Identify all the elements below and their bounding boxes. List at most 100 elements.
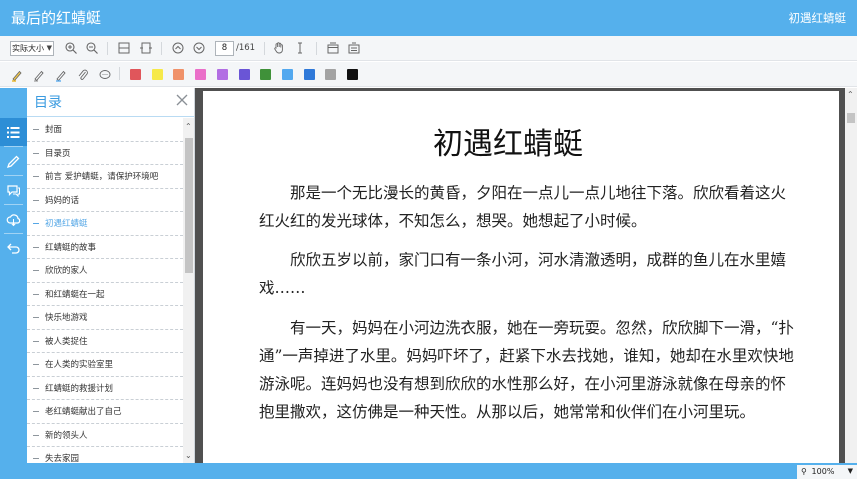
toc-header: 目录 — [27, 88, 194, 117]
chevron-down-icon: ▼ — [46, 44, 52, 52]
toc-item-bullet — [33, 317, 39, 318]
toc-item[interactable]: 前言 爱护蜻蜓，请保护环境吧 — [27, 165, 183, 189]
chevron-down-icon: ▼ — [847, 467, 853, 475]
page-scroll-thumb[interactable] — [847, 113, 855, 123]
toc-item-bullet — [33, 458, 39, 459]
page-scrollbar[interactable]: ⌃ — [845, 88, 857, 463]
toc-item[interactable]: 红蜻蜓的故事 — [27, 236, 183, 259]
toc-list: 封面目录页 前言 爱护蜻蜓，请保护环境吧妈妈的话初遇红蜻蜓 红蜻蜓的故事欣欣的家人和… — [27, 118, 183, 463]
book-page: 初遇红蜻蜓 那是一个无比漫长的黄昏，夕阳在一点儿一点儿地往下落。欣欣看着这火红火… — [203, 91, 839, 463]
toc-item[interactable]: 老红蜻蜓献出了自己 — [27, 400, 183, 424]
toolbar-divider — [107, 42, 108, 55]
rail-toc-button[interactable] — [0, 118, 27, 146]
fit-width-icon[interactable] — [139, 41, 153, 55]
toolbar-divider — [119, 67, 120, 80]
toc-item[interactable]: 欣欣的家人 — [27, 259, 183, 283]
comment-icon[interactable] — [98, 68, 112, 82]
rail-comments-button[interactable] — [0, 176, 27, 204]
color-swatch[interactable] — [260, 69, 272, 80]
toc-title: 目录 — [34, 95, 62, 111]
toc-item-bullet — [33, 340, 39, 342]
toc-item-bullet — [33, 152, 39, 154]
toc-panel: 目录 封面目录页 前言 爱护蜻蜓，请保护环境吧妈妈的话初遇红蜻蜓 红蜻蜓的故事欣欣的… — [27, 88, 195, 463]
color-swatch[interactable] — [325, 69, 337, 80]
app-header: 最后的红蜻蜓 初遇红蜻蜓 — [0, 0, 857, 36]
toc-item-bullet — [33, 387, 39, 389]
document-title: 最后的红蜻蜓 — [11, 9, 102, 27]
text-select-icon[interactable] — [293, 41, 307, 55]
toc-item[interactable]: 目录页 — [27, 142, 183, 165]
color-swatch[interactable] — [281, 69, 293, 80]
toc-item-bullet — [33, 270, 39, 271]
fit-page-icon[interactable] — [117, 41, 131, 55]
toc-item-label: 快乐地游戏 — [45, 313, 88, 323]
rail-notes-button[interactable] — [0, 147, 27, 175]
attach-icon[interactable] — [76, 68, 90, 82]
annotation-toolbar — [0, 62, 857, 87]
rail-return-button[interactable] — [0, 234, 27, 262]
toc-item[interactable]: 在人类的实验室里 — [27, 353, 183, 377]
magnifier-icon: ⚲ — [801, 467, 807, 476]
chevron-down-icon[interactable]: ⌄ — [185, 451, 192, 460]
toc-item-label: 欣欣的家人 — [45, 266, 88, 276]
toc-item-label: 妈妈的话 — [45, 195, 80, 206]
close-icon[interactable] — [175, 93, 189, 107]
toc-scrollbar[interactable]: ⌃ ⌄ — [183, 118, 194, 463]
color-swatch[interactable] — [238, 69, 250, 80]
status-zoom-select[interactable]: ⚲ 100% ▼ — [797, 465, 857, 479]
toc-item[interactable]: 红蜻蜓的救援计划 — [27, 377, 183, 400]
next-page-icon[interactable] — [192, 41, 206, 55]
toc-item-bullet — [33, 246, 39, 248]
page-number-input[interactable]: 8 — [215, 41, 234, 56]
side-rail — [0, 88, 27, 463]
status-bar: ⚲ 100% ▼ — [0, 463, 857, 479]
prev-page-icon[interactable] — [171, 41, 185, 55]
toc-item[interactable]: 被人类捉住 — [27, 330, 183, 353]
rail-cloud-button[interactable] — [0, 205, 27, 233]
color-swatch[interactable] — [216, 69, 228, 80]
toc-item-bullet — [33, 129, 39, 130]
comments-icon — [7, 185, 20, 198]
toc-item[interactable]: 初遇红蜻蜓 — [27, 212, 183, 236]
toc-item[interactable]: 妈妈的话 — [27, 189, 183, 212]
toc-item-label: 老红蜻蜓献出了自己 — [45, 407, 122, 417]
color-swatch[interactable] — [130, 69, 141, 80]
color-swatch[interactable] — [173, 69, 185, 80]
color-swatch[interactable] — [195, 69, 207, 80]
chapter-heading: 初遇红蜻蜓 — [433, 127, 583, 162]
toc-item-label: 红蜻蜓的救援计划 — [45, 383, 114, 394]
fullscreen-icon[interactable] — [326, 41, 340, 55]
reading-area: 初遇红蜻蜓 那是一个无比漫长的黄昏，夕阳在一点儿一点儿地往下落。欣欣看着这火红火… — [195, 88, 845, 463]
return-icon — [7, 243, 20, 254]
marker-icon[interactable] — [54, 68, 68, 82]
page-total: /161 — [236, 43, 256, 53]
toc-item-label: 失去家园 — [45, 454, 80, 463]
zoom-select[interactable]: 实际大小 ▼ — [10, 41, 54, 56]
toc-item[interactable]: 和红蜻蜓在一起 — [27, 283, 183, 306]
zoom-in-icon[interactable] — [64, 41, 78, 55]
highlight-pen-icon — [6, 155, 20, 169]
zoom-out-icon[interactable] — [85, 41, 99, 55]
toc-item-bullet — [33, 293, 39, 295]
color-swatch[interactable] — [303, 69, 315, 80]
toc-item-bullet — [33, 364, 39, 365]
color-swatch[interactable] — [347, 69, 358, 80]
settings-icon[interactable] — [347, 41, 361, 55]
toc-item-bullet — [33, 223, 39, 224]
paragraph: 有一天，妈妈在小河边洗衣服，她在一旁玩耍。忽然，欣欣脚下一滑，“扑通”一声掉进了… — [259, 319, 794, 421]
chevron-up-icon[interactable]: ⌃ — [847, 90, 854, 99]
toc-list-icon — [7, 127, 20, 138]
highlighter-icon[interactable] — [10, 68, 24, 82]
toc-item[interactable]: 失去家园 — [27, 447, 183, 463]
toc-scroll-thumb[interactable] — [185, 138, 193, 273]
toc-item-bullet — [33, 199, 39, 201]
pen-icon[interactable] — [32, 68, 46, 82]
chevron-up-icon[interactable]: ⌃ — [185, 122, 192, 131]
toc-item[interactable]: 快乐地游戏 — [27, 306, 183, 330]
toc-item[interactable]: 封面 — [27, 118, 183, 142]
color-swatch[interactable] — [151, 69, 163, 80]
hand-tool-icon[interactable] — [272, 41, 286, 55]
toc-item-label: 封面 — [45, 125, 63, 135]
toolbar-divider — [316, 42, 317, 55]
toc-item[interactable]: 新的领头人 — [27, 424, 183, 447]
